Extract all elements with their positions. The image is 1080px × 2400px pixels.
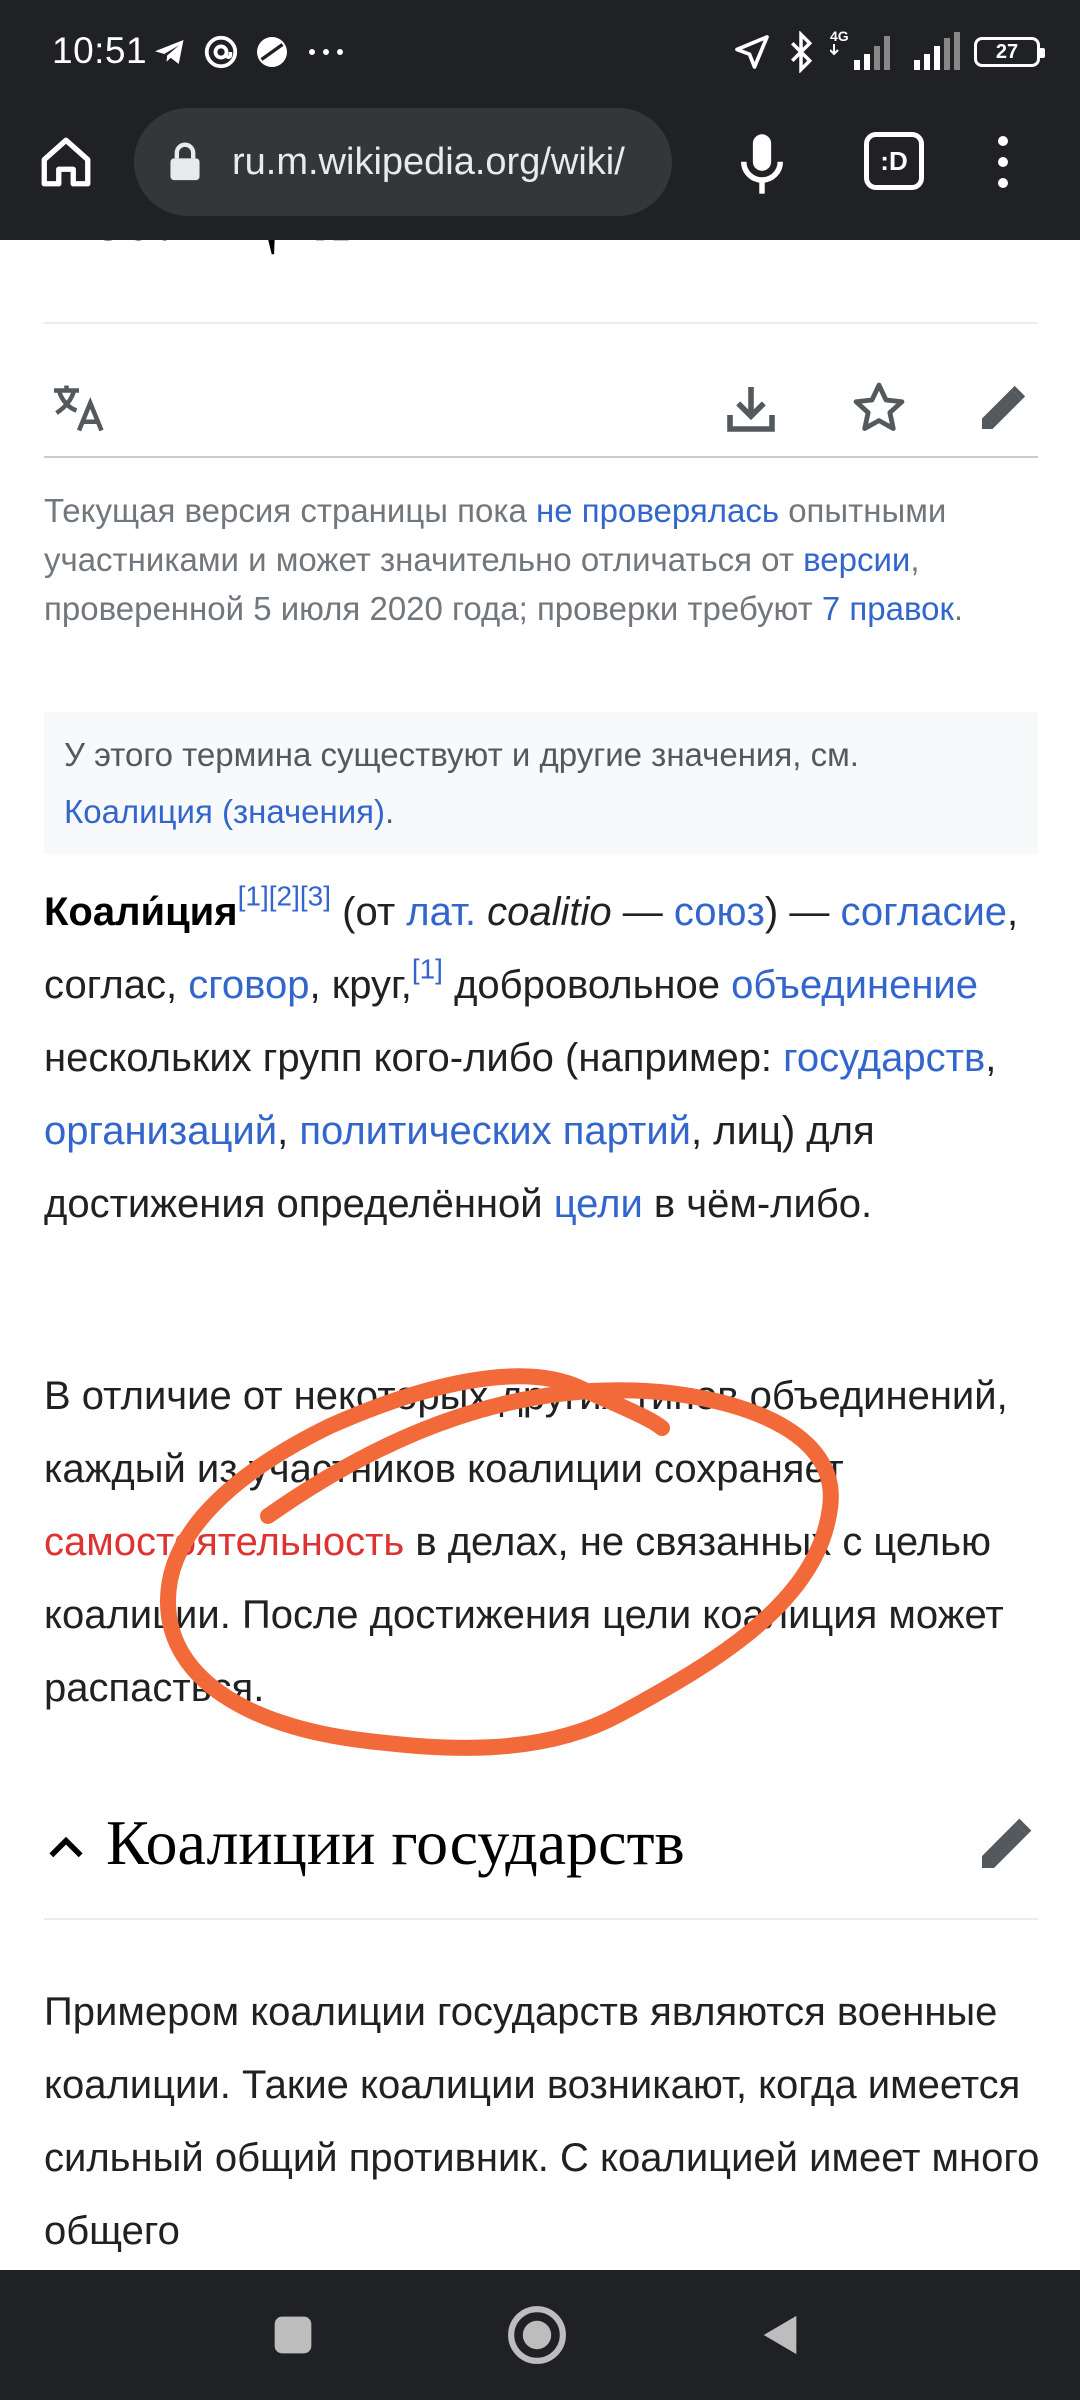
section-header[interactable]: Коалиции государств — [44, 1796, 1038, 1906]
system-icons: 4G 27 — [732, 28, 1045, 76]
notice-text: . — [953, 590, 964, 627]
independence-redlink[interactable]: самостоятельность — [44, 1520, 404, 1564]
reviewed-version-link[interactable]: версии — [803, 541, 910, 578]
paragraph-text: (от — [331, 890, 407, 934]
sgovor-link[interactable]: сговор — [188, 963, 309, 1007]
disambiguation-hatnote: У этого термина существуют и другие знач… — [44, 712, 1038, 854]
reference-link[interactable]: [2] — [269, 880, 300, 911]
network-type: 4G — [830, 28, 849, 44]
political-parties-link[interactable]: политических партий — [299, 1109, 691, 1153]
home-nav-button[interactable] — [502, 2300, 572, 2370]
disambiguation-link[interactable]: Коалиция (значения) — [64, 793, 385, 830]
circle-home-icon — [508, 2306, 566, 2364]
paragraph-text: — — [611, 890, 674, 934]
divider — [44, 1918, 1038, 1920]
square-icon — [274, 2316, 312, 2354]
paragraph-text: нескольких групп кого-либо (например: — [44, 1036, 784, 1080]
status-bar: 10:51 4G 27 — [0, 0, 1080, 106]
second-paragraph: В отличие от некоторых других типов объе… — [44, 1360, 1054, 1725]
lock-icon — [170, 142, 200, 181]
translate-icon — [54, 385, 104, 432]
more-vert-icon[interactable] — [978, 130, 1028, 194]
star-icon — [853, 382, 905, 431]
goal-link[interactable]: цели — [554, 1182, 643, 1226]
hatnote-text: . — [385, 793, 395, 830]
notice-text: Текущая версия страницы пока — [44, 492, 537, 529]
pencil-icon — [982, 385, 1026, 429]
soglasie-link[interactable]: согласие — [840, 890, 1007, 934]
paragraph-text: , — [985, 1036, 997, 1080]
soyuz-link[interactable]: союз — [674, 890, 765, 934]
system-navigation-bar — [0, 2270, 1080, 2400]
obedinenie-link[interactable]: объединение — [731, 963, 978, 1007]
page-actions — [44, 358, 1038, 458]
paragraph-text: , — [277, 1109, 300, 1153]
paragraph-text: ) — — [764, 890, 841, 934]
back-button[interactable] — [746, 2300, 816, 2370]
article-term: Коали́ция — [44, 890, 238, 934]
organizaciy-link[interactable]: организаций — [44, 1109, 277, 1153]
gosudarstv-link[interactable]: государств — [783, 1036, 985, 1080]
latin-word: coalitio — [476, 890, 612, 934]
voice-search-button[interactable] — [730, 128, 794, 200]
location-arrow-icon — [735, 35, 769, 69]
reference-link[interactable]: [3] — [300, 880, 331, 911]
watch-star-button[interactable] — [844, 358, 914, 458]
recents-button[interactable] — [258, 2300, 328, 2370]
signal-4g-icon: 4G — [829, 28, 896, 74]
bluetooth-icon — [791, 31, 813, 73]
not-reviewed-link[interactable]: не проверялась — [536, 492, 779, 529]
home-icon — [41, 137, 91, 187]
browser-toolbar: ru.m.wikipedia.org/wiki/ :D — [0, 106, 1080, 240]
section-title: Коалиции государств — [106, 1807, 685, 1878]
notification-icons — [152, 30, 348, 74]
divider — [44, 322, 1038, 324]
paragraph-text: , круг, — [309, 963, 412, 1007]
at-sign-icon — [204, 35, 238, 69]
telegram-icon — [155, 40, 184, 64]
intro-paragraph: Коали́ция[1][2][3] (от лат. coalitio — с… — [44, 876, 1054, 1241]
article-content: Коалиция Текущая версия страницы пока не… — [0, 240, 1080, 2270]
url-text: ru.m.wikipedia.org/wiki/ — [232, 140, 625, 183]
paragraph-text: добровольное — [442, 963, 732, 1007]
reference-link[interactable]: [1] — [412, 953, 443, 984]
battery-level: 27 — [995, 40, 1019, 63]
signal-icon — [914, 32, 960, 70]
download-button[interactable] — [716, 358, 786, 458]
home-button[interactable] — [34, 130, 98, 194]
paragraph-text: Примером коалиции государств являются во… — [44, 1990, 1040, 2253]
address-bar[interactable]: ru.m.wikipedia.org/wiki/ — [134, 108, 672, 216]
hatnote-text: У этого термина существуют и другие знач… — [64, 736, 859, 773]
more-notifications-icon — [309, 49, 343, 55]
status-time: 10:51 — [52, 30, 148, 71]
download-icon — [727, 387, 775, 432]
chevron-up-icon — [49, 1836, 83, 1858]
review-notice: Текущая версия страницы пока не проверял… — [44, 486, 1038, 633]
battery-icon: 27 — [974, 37, 1045, 67]
reference-link[interactable]: [1] — [238, 880, 269, 911]
mic-icon — [740, 134, 784, 194]
section-paragraph: Примером коалиции государств являются во… — [44, 1976, 1054, 2268]
pencil-icon[interactable] — [974, 1812, 1038, 1876]
paragraph-text: в чём-либо. — [642, 1182, 873, 1226]
latin-link[interactable]: лат. — [406, 890, 476, 934]
back-triangle-icon — [763, 2315, 797, 2355]
tab-switcher-button[interactable]: :D — [864, 132, 924, 190]
edit-page-button[interactable] — [968, 358, 1038, 458]
pending-edits-link[interactable]: 7 правок — [822, 590, 954, 627]
vpn-icon — [257, 37, 287, 67]
page-title: Коалиция — [44, 240, 350, 259]
paragraph-text: В отличие от некоторых других типов объе… — [44, 1374, 1008, 1491]
divider — [44, 456, 1038, 458]
language-button[interactable] — [44, 358, 114, 458]
